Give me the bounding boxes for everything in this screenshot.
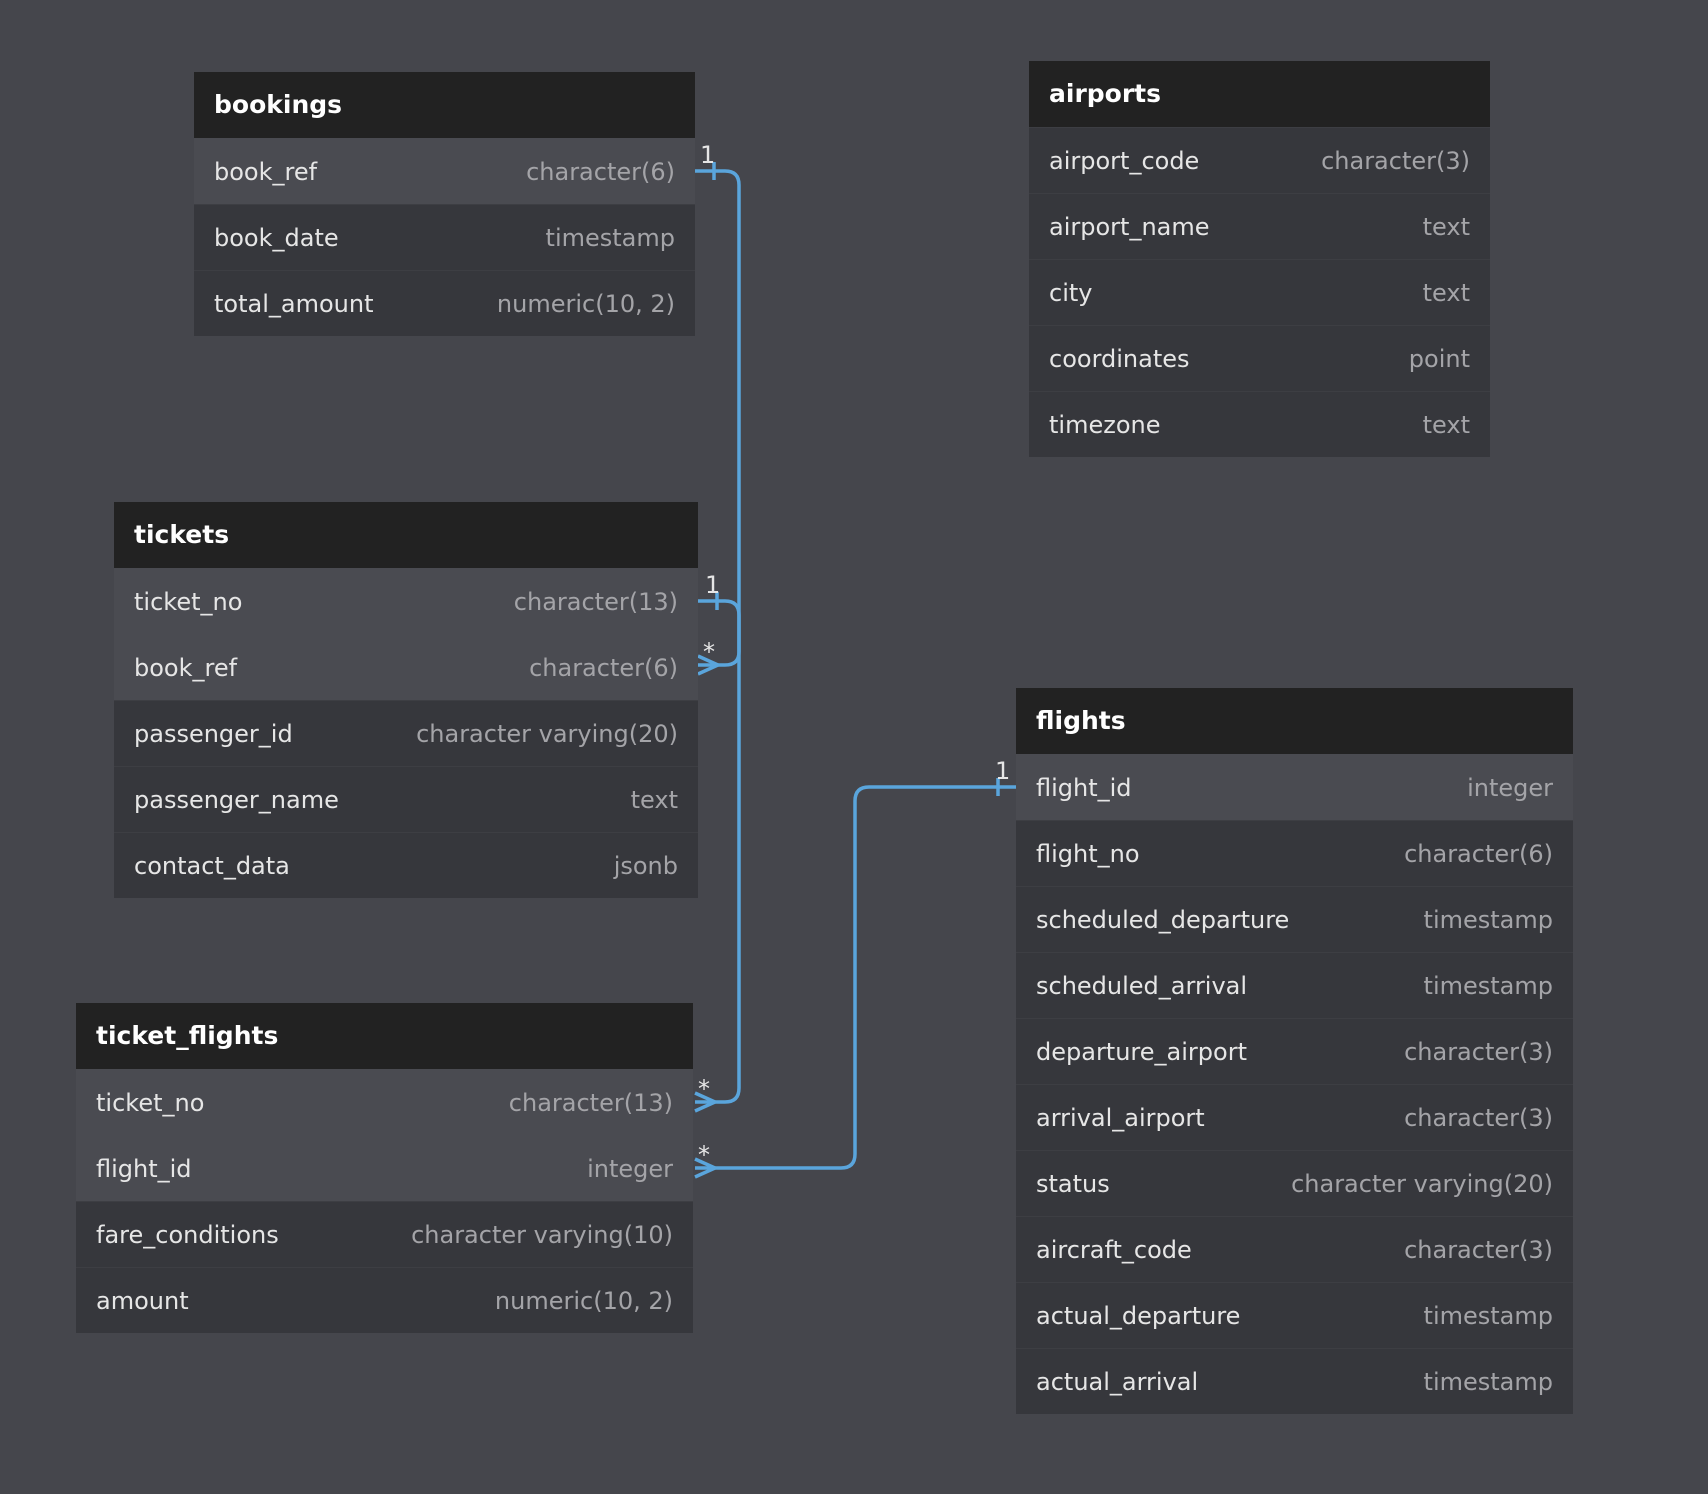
column-type: timestamp [1423, 1367, 1553, 1396]
column-name: departure_airport [1036, 1037, 1247, 1066]
column-type: point [1408, 344, 1470, 373]
column-row[interactable]: airport_name text [1029, 193, 1490, 259]
column-row[interactable]: arrival_airport character(3) [1016, 1084, 1573, 1150]
table-airports[interactable]: airports airport_code character(3) airport_… [1029, 61, 1490, 457]
column-row[interactable]: flight_id integer [1016, 754, 1573, 820]
column-name: timezone [1049, 410, 1161, 439]
column-type: numeric(10, 2) [496, 289, 675, 318]
column-type: character(6) [529, 653, 678, 682]
table-flights[interactable]: flights flight_id integer flight_no characte… [1016, 688, 1573, 1414]
column-type: character(13) [508, 1088, 673, 1117]
column-name: airport_name [1049, 212, 1210, 241]
column-row[interactable]: amount numeric(10, 2) [76, 1267, 693, 1333]
column-type: text [1422, 212, 1470, 241]
column-row[interactable]: book_ref character(6) [114, 634, 698, 700]
column-name: scheduled_arrival [1036, 971, 1248, 1000]
cardinality-label: * [698, 1141, 710, 1169]
column-row[interactable]: departure_airport character(3) [1016, 1018, 1573, 1084]
column-type: timestamp [1423, 905, 1553, 934]
column-row[interactable]: book_date timestamp [194, 204, 695, 270]
column-row[interactable]: actual_departure timestamp [1016, 1282, 1573, 1348]
cardinality-label: 1 [700, 141, 715, 169]
column-row[interactable]: fare_conditions character varying(10) [76, 1201, 693, 1267]
column-name: flight_no [1036, 839, 1140, 868]
column-name: book_ref [134, 653, 238, 682]
column-type: text [630, 785, 678, 814]
column-type: character varying(10) [411, 1220, 673, 1249]
column-row[interactable]: timezone text [1029, 391, 1490, 457]
column-row[interactable]: flight_id integer [76, 1135, 693, 1201]
column-name: airport_code [1049, 146, 1200, 175]
column-name: passenger_name [134, 785, 339, 814]
column-row[interactable]: coordinates point [1029, 325, 1490, 391]
table-header[interactable]: bookings [194, 72, 695, 138]
column-type: character(3) [1404, 1235, 1553, 1264]
table-header[interactable]: flights [1016, 688, 1573, 754]
column-row[interactable]: ticket_no character(13) [114, 568, 698, 634]
column-name: scheduled_departure [1036, 905, 1290, 934]
column-name: actual_arrival [1036, 1367, 1199, 1396]
table-bookings[interactable]: bookings book_ref character(6) book_date tim… [194, 72, 695, 336]
column-type: character(3) [1404, 1037, 1553, 1066]
cardinality-label: * [703, 638, 715, 666]
column-name: contact_data [134, 851, 290, 880]
column-type: character varying(20) [1291, 1169, 1553, 1198]
column-name: total_amount [214, 289, 374, 318]
column-type: integer [587, 1154, 673, 1183]
column-name: city [1049, 278, 1093, 307]
column-row[interactable]: total_amount numeric(10, 2) [194, 270, 695, 336]
column-name: book_ref [214, 157, 318, 186]
column-row[interactable]: passenger_name text [114, 766, 698, 832]
column-row[interactable]: book_ref character(6) [194, 138, 695, 204]
cardinality-label: * [698, 1075, 710, 1103]
column-type: timestamp [545, 223, 675, 252]
table-header[interactable]: airports [1029, 61, 1490, 127]
column-type: character(6) [1404, 839, 1553, 868]
table-ticket-flights[interactable]: ticket_flights ticket_no character(13) flig… [76, 1003, 693, 1333]
column-type: timestamp [1423, 1301, 1553, 1330]
column-row[interactable]: actual_arrival timestamp [1016, 1348, 1573, 1414]
column-name: flight_id [96, 1154, 192, 1183]
column-type: character(6) [526, 157, 675, 186]
table-header[interactable]: tickets [114, 502, 698, 568]
column-type: character(13) [513, 587, 678, 616]
column-name: coordinates [1049, 344, 1190, 373]
column-row[interactable]: status character varying(20) [1016, 1150, 1573, 1216]
column-name: ticket_no [134, 587, 243, 616]
column-row[interactable]: scheduled_arrival timestamp [1016, 952, 1573, 1018]
column-row[interactable]: ticket_no character(13) [76, 1069, 693, 1135]
table-tickets[interactable]: tickets ticket_no character(13) book_ref cha… [114, 502, 698, 898]
column-type: integer [1467, 773, 1553, 802]
column-type: character(3) [1321, 146, 1470, 175]
column-row[interactable]: airport_code character(3) [1029, 127, 1490, 193]
column-type: character(3) [1404, 1103, 1553, 1132]
column-name: arrival_airport [1036, 1103, 1205, 1132]
column-name: book_date [214, 223, 339, 252]
table-header[interactable]: ticket_flights [76, 1003, 693, 1069]
cardinality-label: 1 [705, 571, 720, 599]
column-row[interactable]: passenger_id character varying(20) [114, 700, 698, 766]
relation-flights-ticket-flights-line[interactable] [695, 785, 1016, 1170]
column-name: fare_conditions [96, 1220, 279, 1249]
column-name: ticket_no [96, 1088, 205, 1117]
column-name: flight_id [1036, 773, 1132, 802]
column-name: status [1036, 1169, 1110, 1198]
column-type: timestamp [1423, 971, 1553, 1000]
column-row[interactable]: flight_no character(6) [1016, 820, 1573, 886]
column-type: text [1422, 410, 1470, 439]
column-row[interactable]: contact_data jsonb [114, 832, 698, 898]
column-name: aircraft_code [1036, 1235, 1192, 1264]
column-type: numeric(10, 2) [494, 1286, 673, 1315]
column-name: passenger_id [134, 719, 293, 748]
column-type: jsonb [613, 851, 678, 880]
column-row[interactable]: aircraft_code character(3) [1016, 1216, 1573, 1282]
column-row[interactable]: city text [1029, 259, 1490, 325]
column-name: amount [96, 1286, 189, 1315]
relation-bookings-tickets-line[interactable] [695, 169, 741, 1104]
column-type: text [1422, 278, 1470, 307]
column-type: character varying(20) [416, 719, 678, 748]
cardinality-label: 1 [995, 757, 1010, 785]
column-name: actual_departure [1036, 1301, 1241, 1330]
column-row[interactable]: scheduled_departure timestamp [1016, 886, 1573, 952]
